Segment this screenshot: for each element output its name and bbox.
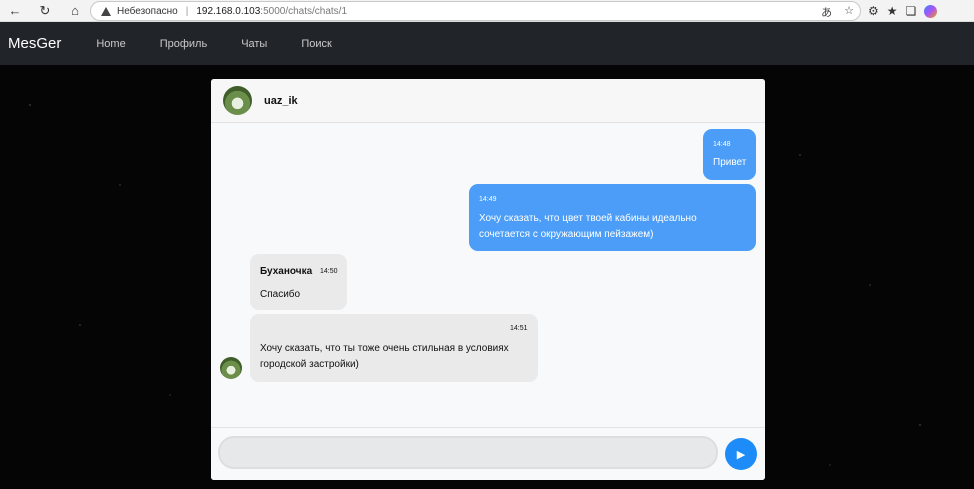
star-icon[interactable]: ☆ bbox=[844, 4, 854, 20]
refresh-icon[interactable]: ↻ bbox=[34, 0, 56, 22]
message-incoming: Буханочка 14:50 Спасибо bbox=[250, 254, 347, 310]
back-icon[interactable]: ← bbox=[4, 0, 26, 22]
message-text-line: Хочу сказать, что цвет твоей кабины идеа… bbox=[479, 213, 697, 224]
message-text-line: сочетается с окружающим пейзажем) bbox=[479, 229, 654, 240]
nav-link-chats[interactable]: Чаты bbox=[241, 38, 267, 50]
sender-avatar[interactable] bbox=[220, 357, 242, 379]
chat-header: uaz_ik bbox=[211, 79, 765, 123]
partner-name[interactable]: uaz_ik bbox=[264, 95, 298, 107]
message-outgoing: 14:49 Хочу сказать, что цвет твоей кабин… bbox=[469, 184, 756, 251]
message-text-line: городской застройки) bbox=[260, 359, 359, 370]
security-warning: Небезопасно bbox=[117, 5, 178, 17]
sender-name: Буханочка bbox=[260, 266, 313, 277]
nav-link-search[interactable]: Поиск bbox=[301, 38, 331, 50]
nav-link-home[interactable]: Home bbox=[96, 38, 125, 50]
message-text: Привет bbox=[713, 157, 747, 168]
chat-window: uaz_ik 14:48 Привет 14:49 Хочу сказать, … bbox=[211, 79, 765, 480]
message-incoming: 14:51 Хочу сказать, что ты тоже очень ст… bbox=[250, 314, 538, 382]
warning-icon bbox=[101, 6, 111, 16]
message-input[interactable] bbox=[218, 436, 718, 469]
url-host: 192.168.0.103 bbox=[196, 5, 261, 17]
copilot-icon[interactable] bbox=[924, 4, 938, 18]
message-list[interactable]: 14:48 Привет 14:49 Хочу сказать, что цве… bbox=[211, 123, 765, 426]
app-navbar: MesGer Home Профиль Чаты Поиск bbox=[0, 22, 974, 65]
message-text: Спасибо bbox=[260, 289, 301, 300]
message-text-line: Хочу сказать, что ты тоже очень стильная… bbox=[260, 343, 509, 354]
address-bar[interactable]: Небезопасно | 192.168.0.103:5000/chats/c… bbox=[90, 1, 861, 21]
home-icon[interactable]: ⌂ bbox=[64, 0, 86, 22]
message-time: 14:48 bbox=[713, 141, 731, 148]
browser-toolbar: ← ↻ ⌂ Небезопасно | 192.168.0.103:5000/c… bbox=[0, 0, 974, 22]
address-separator: | bbox=[185, 5, 189, 17]
message-composer: ▶ bbox=[211, 427, 765, 480]
send-icon: ▶ bbox=[736, 448, 746, 461]
nav-link-profile[interactable]: Профиль bbox=[160, 38, 208, 50]
favorites-icon[interactable]: ★ bbox=[887, 4, 898, 18]
send-button[interactable]: ▶ bbox=[725, 438, 757, 470]
brand-logo[interactable]: MesGer bbox=[8, 35, 61, 52]
message-time: 14:49 bbox=[479, 196, 497, 203]
url-path: :5000/chats/chats/1 bbox=[260, 5, 348, 17]
extensions-icon[interactable]: ⚙ bbox=[868, 4, 879, 18]
message-time: 14:50 bbox=[320, 268, 338, 275]
message-time: 14:51 bbox=[510, 325, 528, 332]
message-outgoing: 14:48 Привет bbox=[703, 129, 756, 180]
translate-icon[interactable]: あ bbox=[821, 4, 832, 20]
partner-avatar[interactable] bbox=[223, 86, 252, 115]
collections-icon[interactable]: ❏ bbox=[906, 4, 917, 18]
